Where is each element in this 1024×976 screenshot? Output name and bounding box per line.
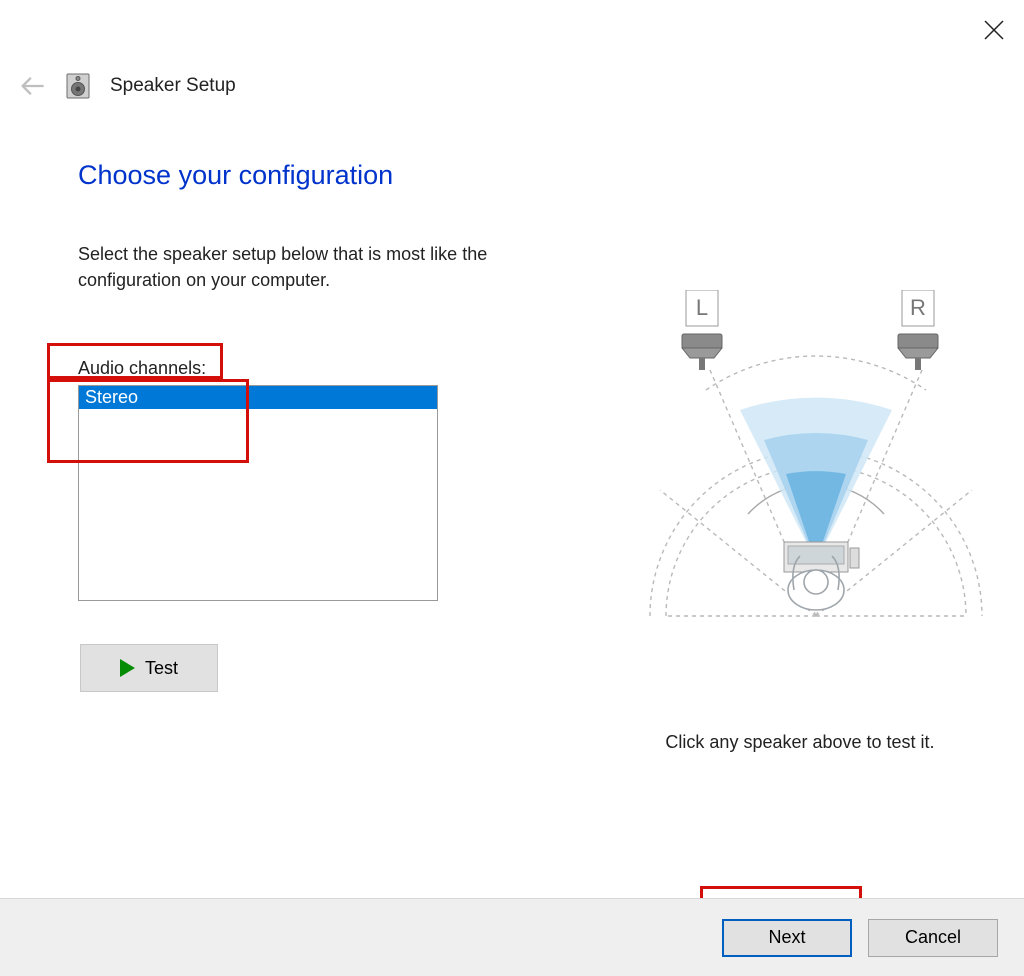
window-title: Speaker Setup [110, 75, 236, 97]
next-button[interactable]: Next [722, 919, 852, 957]
right-speaker[interactable]: R [898, 290, 938, 370]
audio-channels-label: Audio channels: [78, 358, 206, 379]
play-icon [120, 659, 135, 677]
page-description: Select the speaker setup below that is m… [78, 241, 558, 293]
audio-channel-option-stereo[interactable]: Stereo [79, 386, 437, 409]
audio-channels-listbox[interactable]: Stereo [78, 385, 438, 601]
main-content: Choose your configuration Select the spe… [78, 160, 984, 293]
close-button[interactable] [982, 18, 1006, 42]
next-button-label: Next [768, 927, 805, 948]
header: Speaker Setup [18, 72, 236, 100]
close-icon [982, 18, 1006, 42]
page-heading: Choose your configuration [78, 160, 984, 191]
test-button[interactable]: Test [80, 644, 218, 692]
cancel-button-label: Cancel [905, 927, 961, 948]
cancel-button[interactable]: Cancel [868, 919, 998, 957]
test-button-label: Test [145, 658, 178, 679]
back-arrow-icon[interactable] [18, 72, 46, 100]
left-speaker-label: L [696, 295, 708, 320]
right-speaker-label: R [910, 295, 926, 320]
dialog-footer: Next Cancel [0, 898, 1024, 976]
speaker-device-icon [64, 72, 92, 100]
speaker-diagram: L R [640, 290, 992, 642]
diagram-caption: Click any speaker above to test it. [624, 732, 976, 753]
left-speaker[interactable]: L [682, 290, 722, 370]
